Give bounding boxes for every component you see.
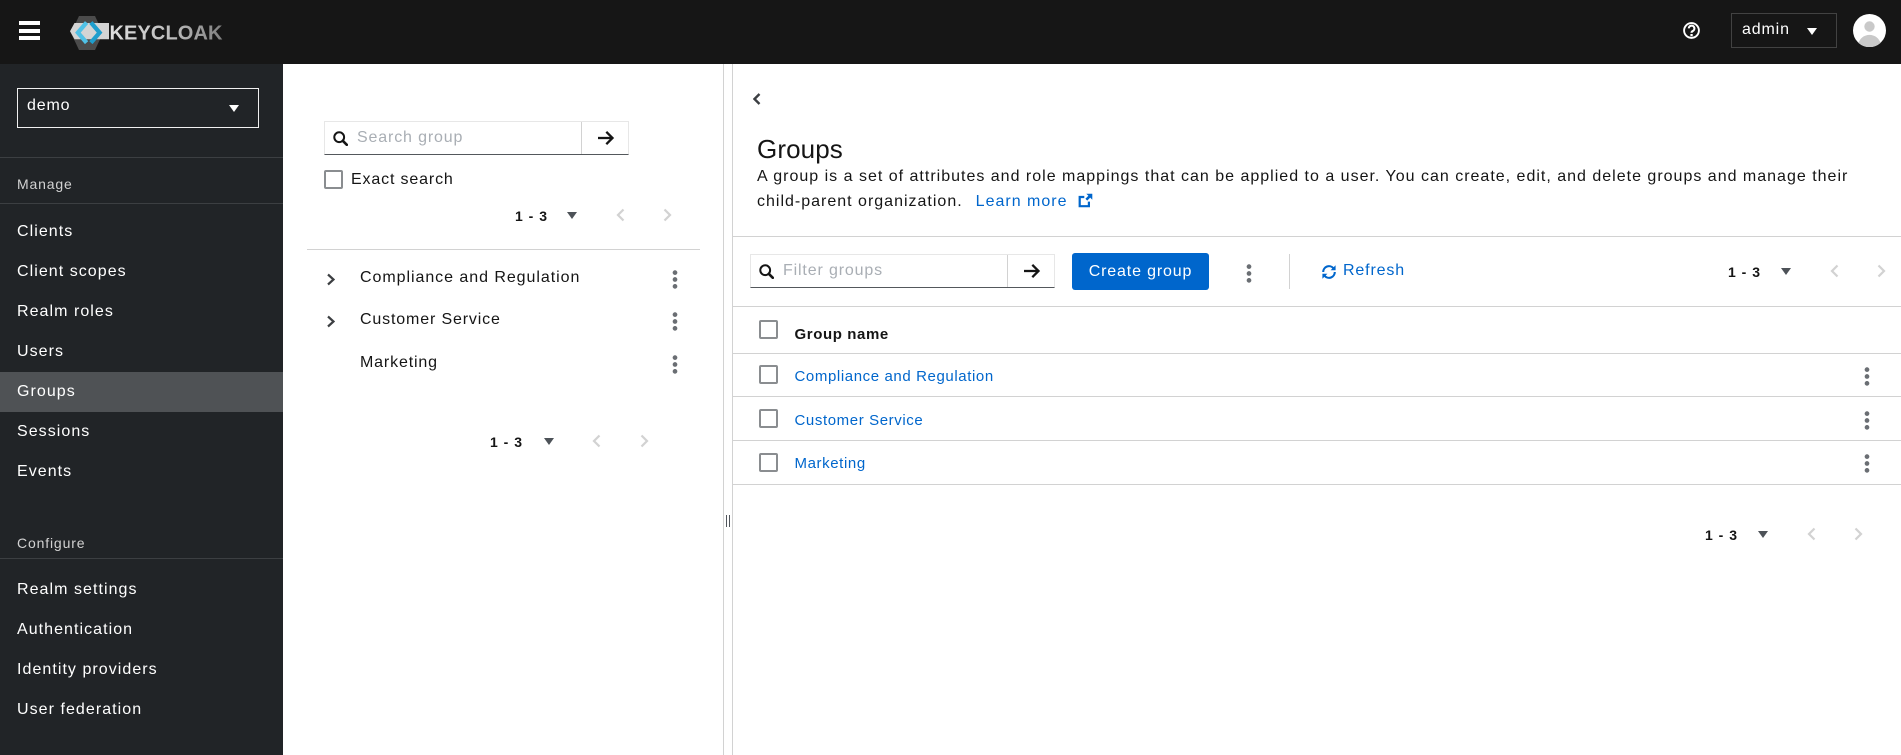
svg-text:KEYCLOAK: KEYCLOAK bbox=[110, 22, 223, 44]
